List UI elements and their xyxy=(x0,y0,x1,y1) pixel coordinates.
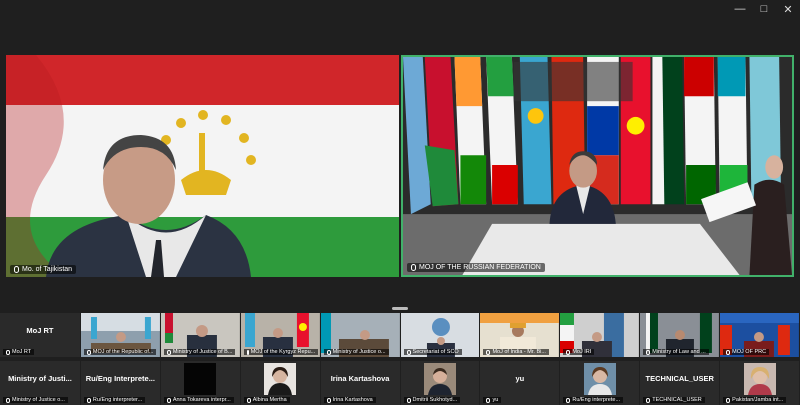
mic-icon xyxy=(486,397,491,403)
mic-icon xyxy=(14,266,19,273)
participant-name-label: Anna Tokareva interpr... xyxy=(163,397,234,403)
mic-icon xyxy=(566,349,571,355)
mic-icon xyxy=(246,349,249,355)
gallery-tile[interactable]: MoJ IRI xyxy=(560,313,640,357)
participant-name-label: MOJ OF THE RUSSIAN FEDERATION xyxy=(407,263,545,272)
mic-icon xyxy=(406,349,411,355)
participant-name: MoJ RT xyxy=(26,326,54,335)
gallery-tile[interactable]: MOJ of the Republic of... xyxy=(80,313,160,357)
gallery-tile[interactable]: Ministry of Justice o... xyxy=(320,313,400,357)
mic-icon xyxy=(166,397,171,403)
participant-name-label: TECHNICAL_USER xyxy=(643,397,705,403)
participant-name-label: Ministry of Justice o... xyxy=(323,349,389,355)
mic-icon xyxy=(6,349,10,355)
participant-name-label: MOJ OF PRC xyxy=(723,349,770,355)
mic-icon xyxy=(646,349,651,355)
gallery-tile[interactable]: MoJ RT MoJ RT xyxy=(0,313,80,357)
participant-video xyxy=(403,57,792,275)
mic-icon xyxy=(646,397,651,403)
mic-icon xyxy=(726,349,731,355)
mic-icon xyxy=(486,349,491,355)
participant-name-label: Dmitrii Sukhotyd... xyxy=(403,397,461,403)
participant-name: Irina Kartashova xyxy=(330,374,390,383)
gallery-tile[interactable]: MoJ of India - Mr. Bi... xyxy=(480,313,560,357)
participant-name-label: Irina Kartashova xyxy=(323,397,376,403)
gallery-tile[interactable]: Dmitrii Sukhotyd... xyxy=(400,361,480,405)
gallery-tile[interactable]: MOJ OF PRC xyxy=(720,313,800,357)
participant-name-label: MOJ of the Kyrgyz Repu... xyxy=(243,349,318,355)
mic-icon xyxy=(411,264,416,271)
avatar xyxy=(184,363,217,395)
minimize-icon[interactable]: — xyxy=(728,0,752,18)
gallery-tile[interactable]: Irina Kartashova Irina Kartashova xyxy=(320,361,400,405)
gallery-tile[interactable]: yu yu xyxy=(480,361,560,405)
mic-icon xyxy=(86,349,91,355)
participant-name-label: Albina Mertha xyxy=(243,397,290,403)
avatar xyxy=(743,363,776,395)
video-tile-tajikistan[interactable]: Mo. of Tajikistan xyxy=(6,55,399,277)
gallery-row: Ministry of Justi... Ministry of Justice… xyxy=(0,361,800,405)
participant-name-label: Ru/Eng interprete... xyxy=(563,397,624,403)
participant-name: TECHNICAL_USER xyxy=(645,374,714,383)
gallery-tile[interactable]: Anna Tokareva interpr... xyxy=(160,361,240,405)
mic-icon xyxy=(726,397,731,403)
participant-name-label: MOJ of the Republic of... xyxy=(83,349,157,355)
gallery-tile[interactable]: TECHNICAL_USER TECHNICAL_USER xyxy=(640,361,720,405)
participant-name: Ministry of Justi... xyxy=(8,374,72,383)
gallery-tile[interactable]: Ministry of Law and ... xyxy=(640,313,720,357)
mic-icon xyxy=(326,349,331,355)
gallery-tile[interactable]: Ru/Eng interprete... xyxy=(560,361,640,405)
participant-name-label: Mo. of Tajikistan xyxy=(10,265,77,274)
gallery-tile[interactable]: Ru/Eng Interprete... Ru/Eng interpreter.… xyxy=(80,361,160,405)
mic-icon xyxy=(566,397,571,403)
gallery-resize-handle[interactable] xyxy=(392,307,408,310)
participant-name-label: Ru/Eng interpreter... xyxy=(83,397,146,403)
mic-icon xyxy=(326,397,331,403)
close-icon[interactable]: ✕ xyxy=(776,0,800,18)
participant-name-label: Secretariat of SCO xyxy=(403,349,462,355)
participant-name-label: MoJ RT xyxy=(3,349,35,355)
mic-icon xyxy=(166,349,171,355)
participant-name-label: Ministry of Law and ... xyxy=(643,349,709,355)
gallery-tile[interactable]: Ministry of Justi... Ministry of Justice… xyxy=(0,361,80,405)
video-tile-russia-active-speaker[interactable]: MOJ OF THE RUSSIAN FEDERATION xyxy=(401,55,794,277)
gallery-tile[interactable]: Secretariat of SCO xyxy=(400,313,480,357)
participant-video xyxy=(6,55,399,277)
participant-name-label: Pakistan/Jamba int... xyxy=(723,397,787,403)
maximize-icon[interactable]: □ xyxy=(752,0,776,18)
gallery-tile[interactable]: Albina Mertha xyxy=(240,361,320,405)
participant-name-label: yu xyxy=(483,397,502,403)
mic-icon xyxy=(86,397,91,403)
avatar xyxy=(583,363,616,395)
participant-name-label: Ministry of Justice o... xyxy=(3,397,68,403)
gallery-tile[interactable]: MOJ of the Kyrgyz Repu... xyxy=(240,313,320,357)
gallery-tile[interactable]: Pakistan/Jamba int... xyxy=(720,361,800,405)
window-controls: — □ ✕ xyxy=(728,0,800,18)
avatar xyxy=(423,363,456,395)
mic-icon xyxy=(406,397,411,403)
participant-name-label: MoJ of India - Mr. Bi... xyxy=(483,349,549,355)
avatar xyxy=(264,363,297,395)
participant-name: yu xyxy=(515,374,525,383)
gallery-tile[interactable]: Ministry of Justice of B... xyxy=(160,313,240,357)
mic-icon xyxy=(246,397,251,403)
participant-name-label: Ministry of Justice of B... xyxy=(163,349,236,355)
mic-icon xyxy=(6,397,10,403)
participant-name: Ru/Eng Interprete... xyxy=(85,374,155,383)
gallery-row: MoJ RT MoJ RT MOJ of the Republic of... … xyxy=(0,313,800,357)
participant-name-label: MoJ IRI xyxy=(563,349,595,355)
